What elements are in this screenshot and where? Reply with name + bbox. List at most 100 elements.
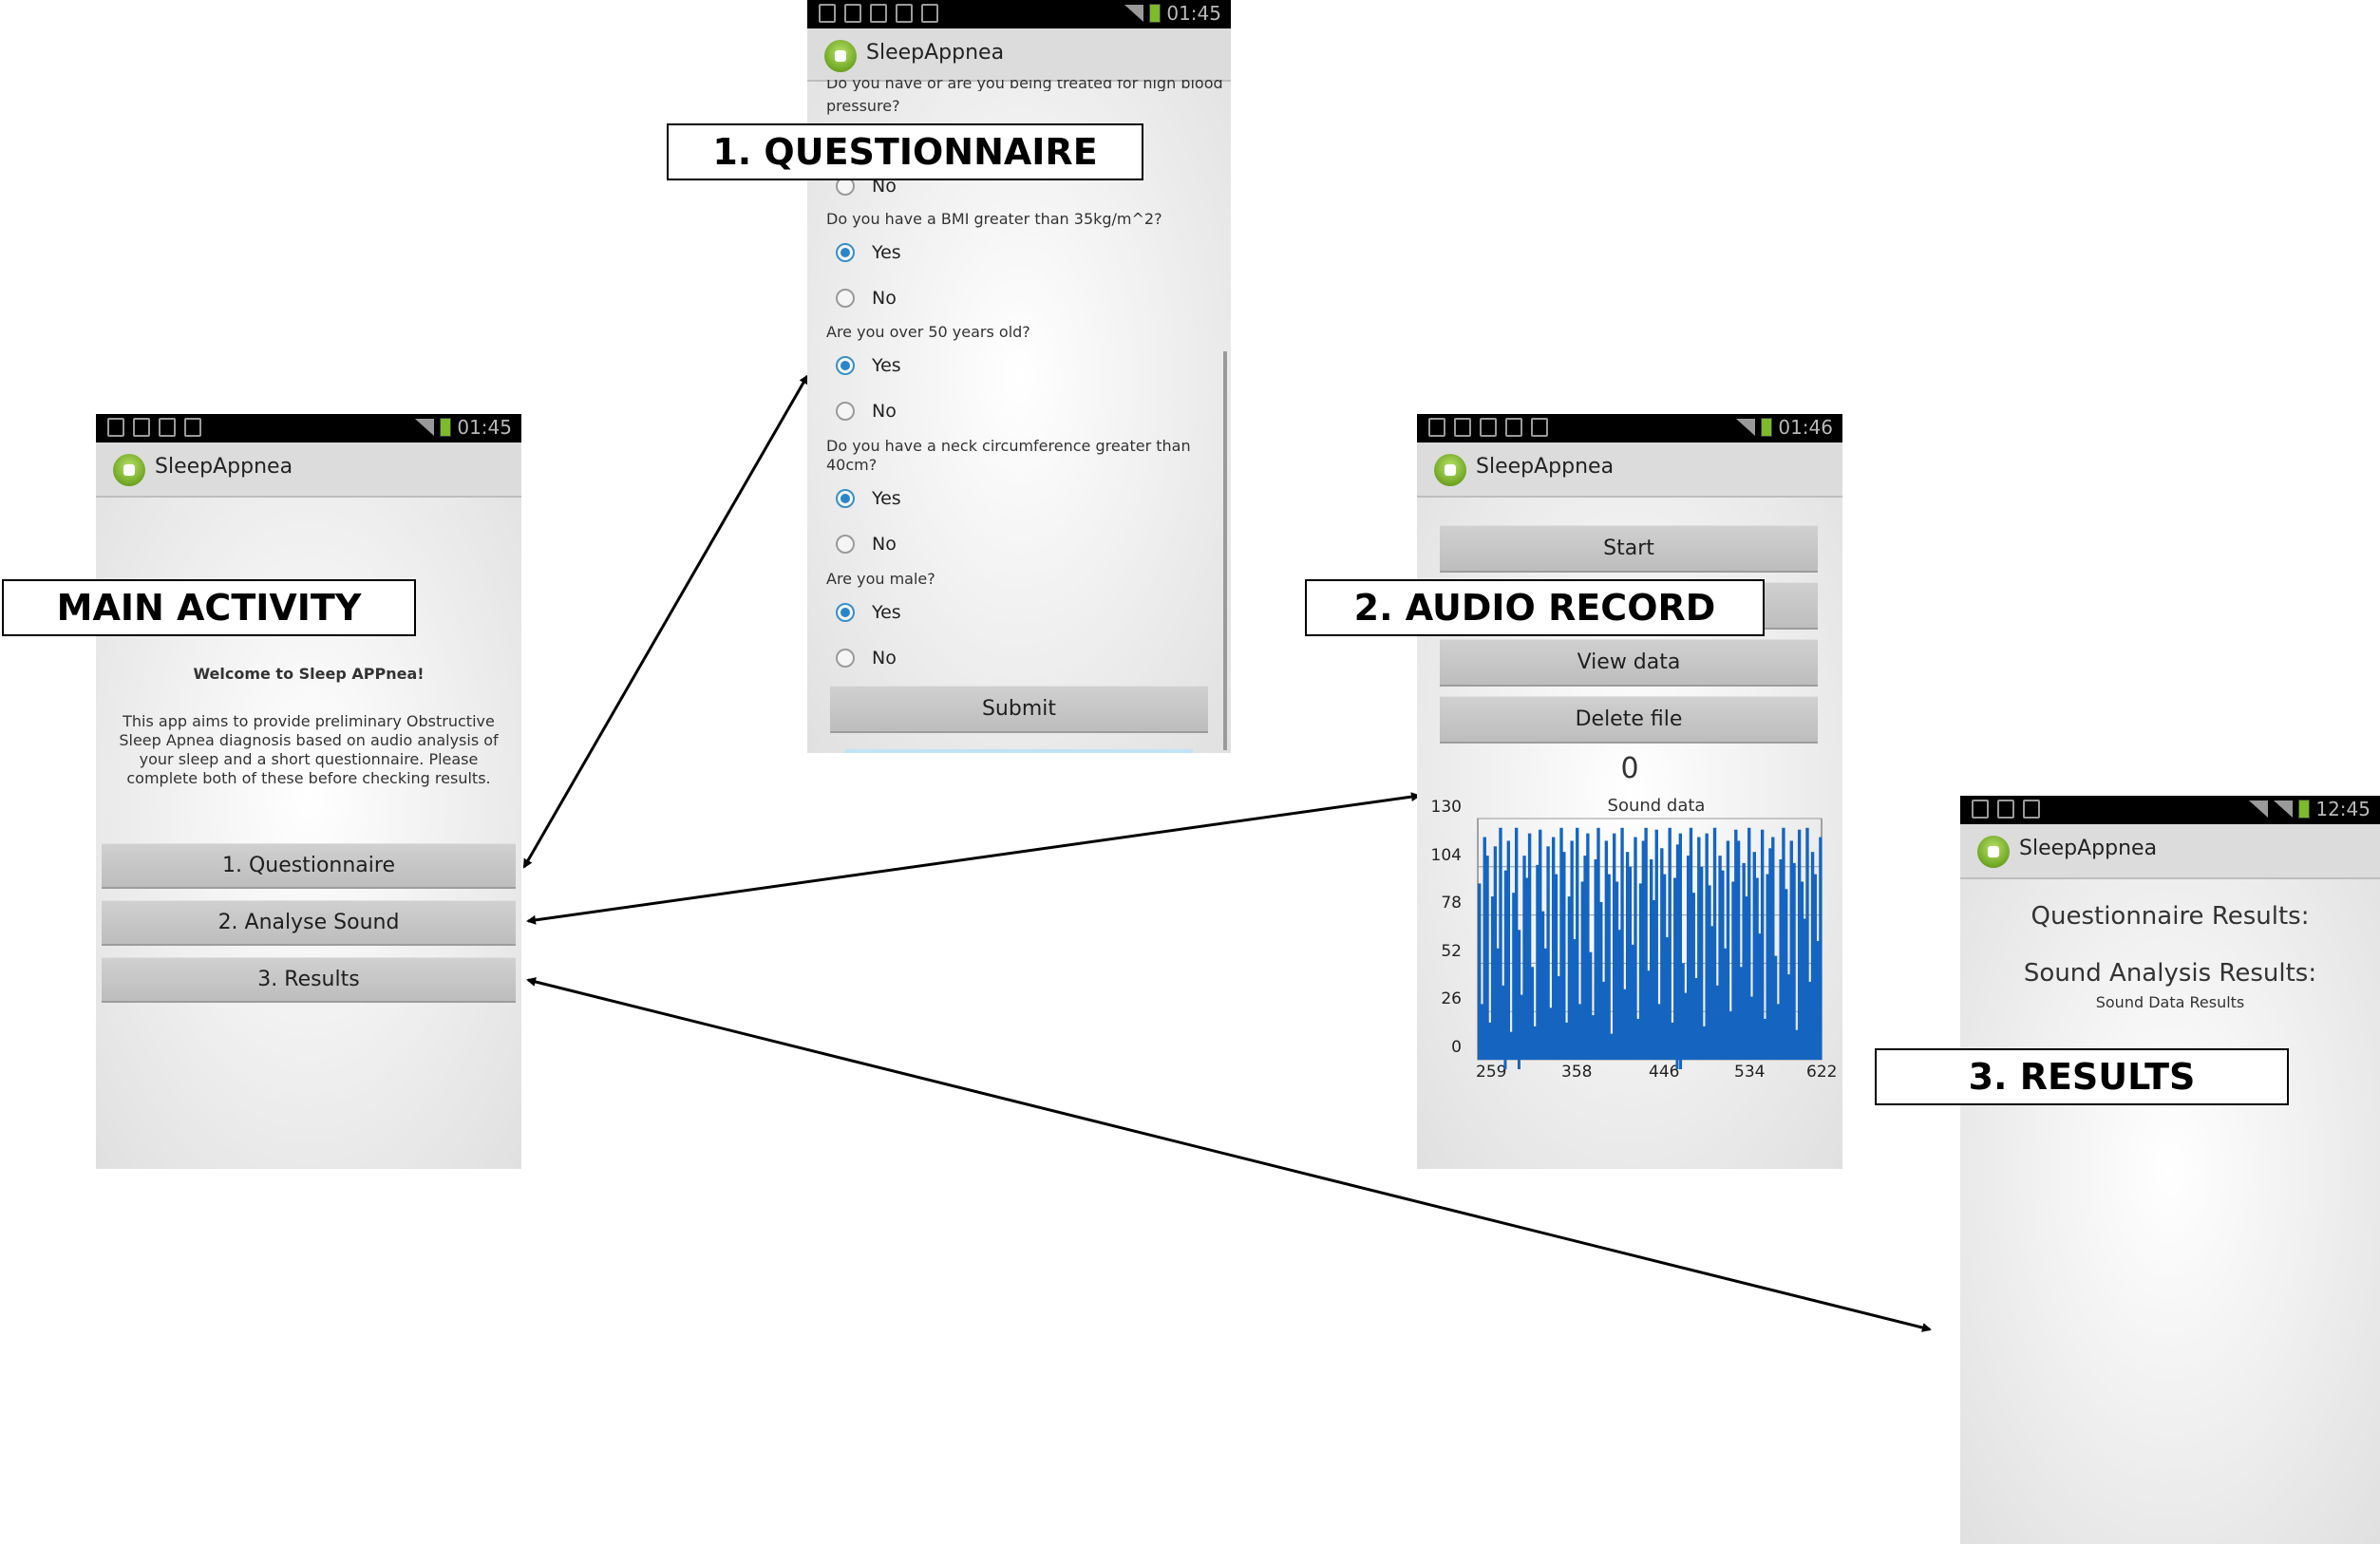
male-no-radio[interactable] bbox=[836, 649, 855, 668]
y-tick-label: 130 bbox=[1430, 798, 1462, 817]
male-yes-label: Yes bbox=[872, 602, 901, 623]
app-title: SleepAppnea bbox=[155, 455, 293, 479]
action-bar: SleepAppnea bbox=[1417, 442, 1842, 498]
y-tick-label: 78 bbox=[1441, 894, 1462, 913]
sd-card-icon bbox=[1531, 418, 1548, 437]
image-icon bbox=[1454, 418, 1471, 437]
sound-bar bbox=[1506, 840, 1511, 1060]
signal-icon bbox=[1736, 419, 1756, 436]
arrow-main-to-questionnaire bbox=[522, 374, 809, 869]
bmi-no-radio[interactable] bbox=[836, 289, 855, 308]
action-bar: SleepAppnea bbox=[96, 442, 521, 498]
question-male: Are you male? bbox=[826, 570, 935, 588]
questionnaire-button[interactable]: 1. Questionnaire bbox=[102, 843, 516, 889]
sd-card-icon bbox=[921, 4, 938, 23]
bmi-yes-label: Yes bbox=[872, 242, 901, 263]
app-title: SleepAppnea bbox=[866, 41, 1005, 65]
signal-icon bbox=[415, 419, 435, 436]
male-yes-radio[interactable] bbox=[836, 603, 855, 622]
file-icon bbox=[1505, 418, 1522, 437]
sound-bar bbox=[1607, 874, 1611, 1060]
action-bar: SleepAppnea bbox=[1960, 824, 2380, 879]
sample-counter: 0 bbox=[1620, 752, 1639, 785]
signal-icon bbox=[1124, 5, 1144, 22]
image-icon bbox=[844, 4, 861, 23]
y-tick-label: 52 bbox=[1441, 942, 1462, 961]
age-yes-radio[interactable] bbox=[836, 356, 855, 375]
description-line-2: Sleep Apnea diagnosis based on audio ana… bbox=[119, 731, 499, 749]
usb-icon bbox=[819, 4, 836, 23]
file-icon bbox=[896, 4, 913, 23]
neck-yes-label: Yes bbox=[872, 488, 901, 509]
audio-record-screen: 01:46 SleepAppnea Start View data Delete… bbox=[1417, 414, 1842, 1169]
clock: 01:45 bbox=[1166, 2, 1221, 25]
description-line-3: your sleep and a short questionnaire. Pl… bbox=[139, 750, 479, 768]
age-no-radio[interactable] bbox=[836, 402, 855, 421]
status-bar: 01:45 bbox=[96, 414, 521, 442]
sd-card-icon bbox=[2023, 800, 2040, 819]
action-bar: SleepAppnea bbox=[807, 28, 1231, 82]
question-neck: Do you have a neck circumference greater… bbox=[826, 437, 1191, 455]
description-line-4: complete both of these before checking r… bbox=[126, 769, 491, 787]
question-age: Are you over 50 years old? bbox=[826, 323, 1030, 341]
results-button[interactable]: 3. Results bbox=[102, 957, 516, 1003]
y-tick-label: 0 bbox=[1451, 1038, 1462, 1057]
question-high-blood-pressure: Do you have or are you being treated for… bbox=[826, 80, 1223, 91]
bmi-no-label: No bbox=[872, 288, 897, 309]
question-bmi: Do you have a BMI greater than 35kg/m^2? bbox=[826, 210, 1162, 228]
submit-button[interactable]: Submit bbox=[830, 686, 1208, 733]
android-app-icon bbox=[1977, 836, 2010, 868]
battery-icon bbox=[2298, 800, 2311, 819]
android-app-icon bbox=[113, 454, 145, 486]
sound-data-chart bbox=[1477, 818, 1823, 1069]
male-no-label: No bbox=[872, 648, 897, 668]
file-icon bbox=[184, 418, 201, 437]
results-label: 3. RESULTS bbox=[1875, 1048, 2289, 1105]
age-yes-label: Yes bbox=[872, 355, 901, 376]
usb-icon bbox=[1972, 800, 1989, 819]
notification-icons bbox=[1972, 800, 2040, 819]
analyse-sound-button[interactable]: 2. Analyse Sound bbox=[102, 900, 516, 946]
clock: 01:46 bbox=[1778, 416, 1833, 439]
status-bar: 12:45 bbox=[1960, 796, 2380, 824]
android-app-icon bbox=[824, 40, 857, 72]
sound-bar bbox=[1819, 837, 1823, 1060]
wifi-icon bbox=[1480, 418, 1497, 437]
age-no-label: No bbox=[872, 401, 897, 422]
wifi-icon bbox=[870, 4, 887, 23]
android-app-icon bbox=[1434, 454, 1466, 486]
neck-no-radio[interactable] bbox=[836, 535, 855, 554]
wifi-icon bbox=[2249, 800, 2269, 818]
scrollbar[interactable] bbox=[1223, 351, 1227, 750]
sound-data-results-text: Sound Data Results bbox=[2095, 993, 2245, 1011]
notification-icons bbox=[1428, 418, 1548, 437]
y-tick-label: 26 bbox=[1441, 989, 1462, 1008]
image-icon bbox=[133, 418, 150, 437]
battery-icon bbox=[440, 418, 452, 437]
delete-file-button[interactable]: Delete file bbox=[1440, 696, 1818, 744]
app-title: SleepAppnea bbox=[1476, 455, 1615, 479]
usb-icon bbox=[107, 418, 124, 437]
start-button[interactable]: Start bbox=[1440, 525, 1818, 573]
neck-no-label: No bbox=[872, 534, 897, 555]
arrow-main-to-audio bbox=[526, 792, 1421, 925]
description-line-1: This app aims to provide preliminary Obs… bbox=[123, 712, 495, 730]
notification-icons bbox=[107, 418, 201, 437]
battery-icon bbox=[1149, 4, 1162, 23]
questionnaire-label: 1. QUESTIONNAIRE bbox=[667, 123, 1143, 180]
clock: 01:45 bbox=[457, 416, 512, 439]
questionnaire-results-heading: Questionnaire Results: bbox=[2031, 902, 2310, 931]
status-bar: 01:45 bbox=[807, 0, 1231, 28]
bmi-yes-radio[interactable] bbox=[836, 243, 855, 262]
battery-icon bbox=[1761, 418, 1773, 437]
main-activity-screen: 01:45 SleepAppnea Welcome to Sleep APPne… bbox=[96, 414, 521, 1169]
main-activity-label: MAIN ACTIVITY bbox=[2, 579, 416, 636]
status-bar: 01:46 bbox=[1417, 414, 1842, 442]
neck-yes-radio[interactable] bbox=[836, 489, 855, 508]
question-neck-line2: 40cm? bbox=[826, 456, 878, 474]
file-icon bbox=[1997, 800, 2014, 819]
audio-record-label: 2. AUDIO RECORD bbox=[1305, 579, 1765, 636]
view-data-button[interactable]: View data bbox=[1440, 639, 1818, 687]
welcome-title: Welcome to Sleep APPnea! bbox=[193, 665, 425, 683]
question-high-blood-pressure-line2: pressure? bbox=[826, 97, 900, 115]
